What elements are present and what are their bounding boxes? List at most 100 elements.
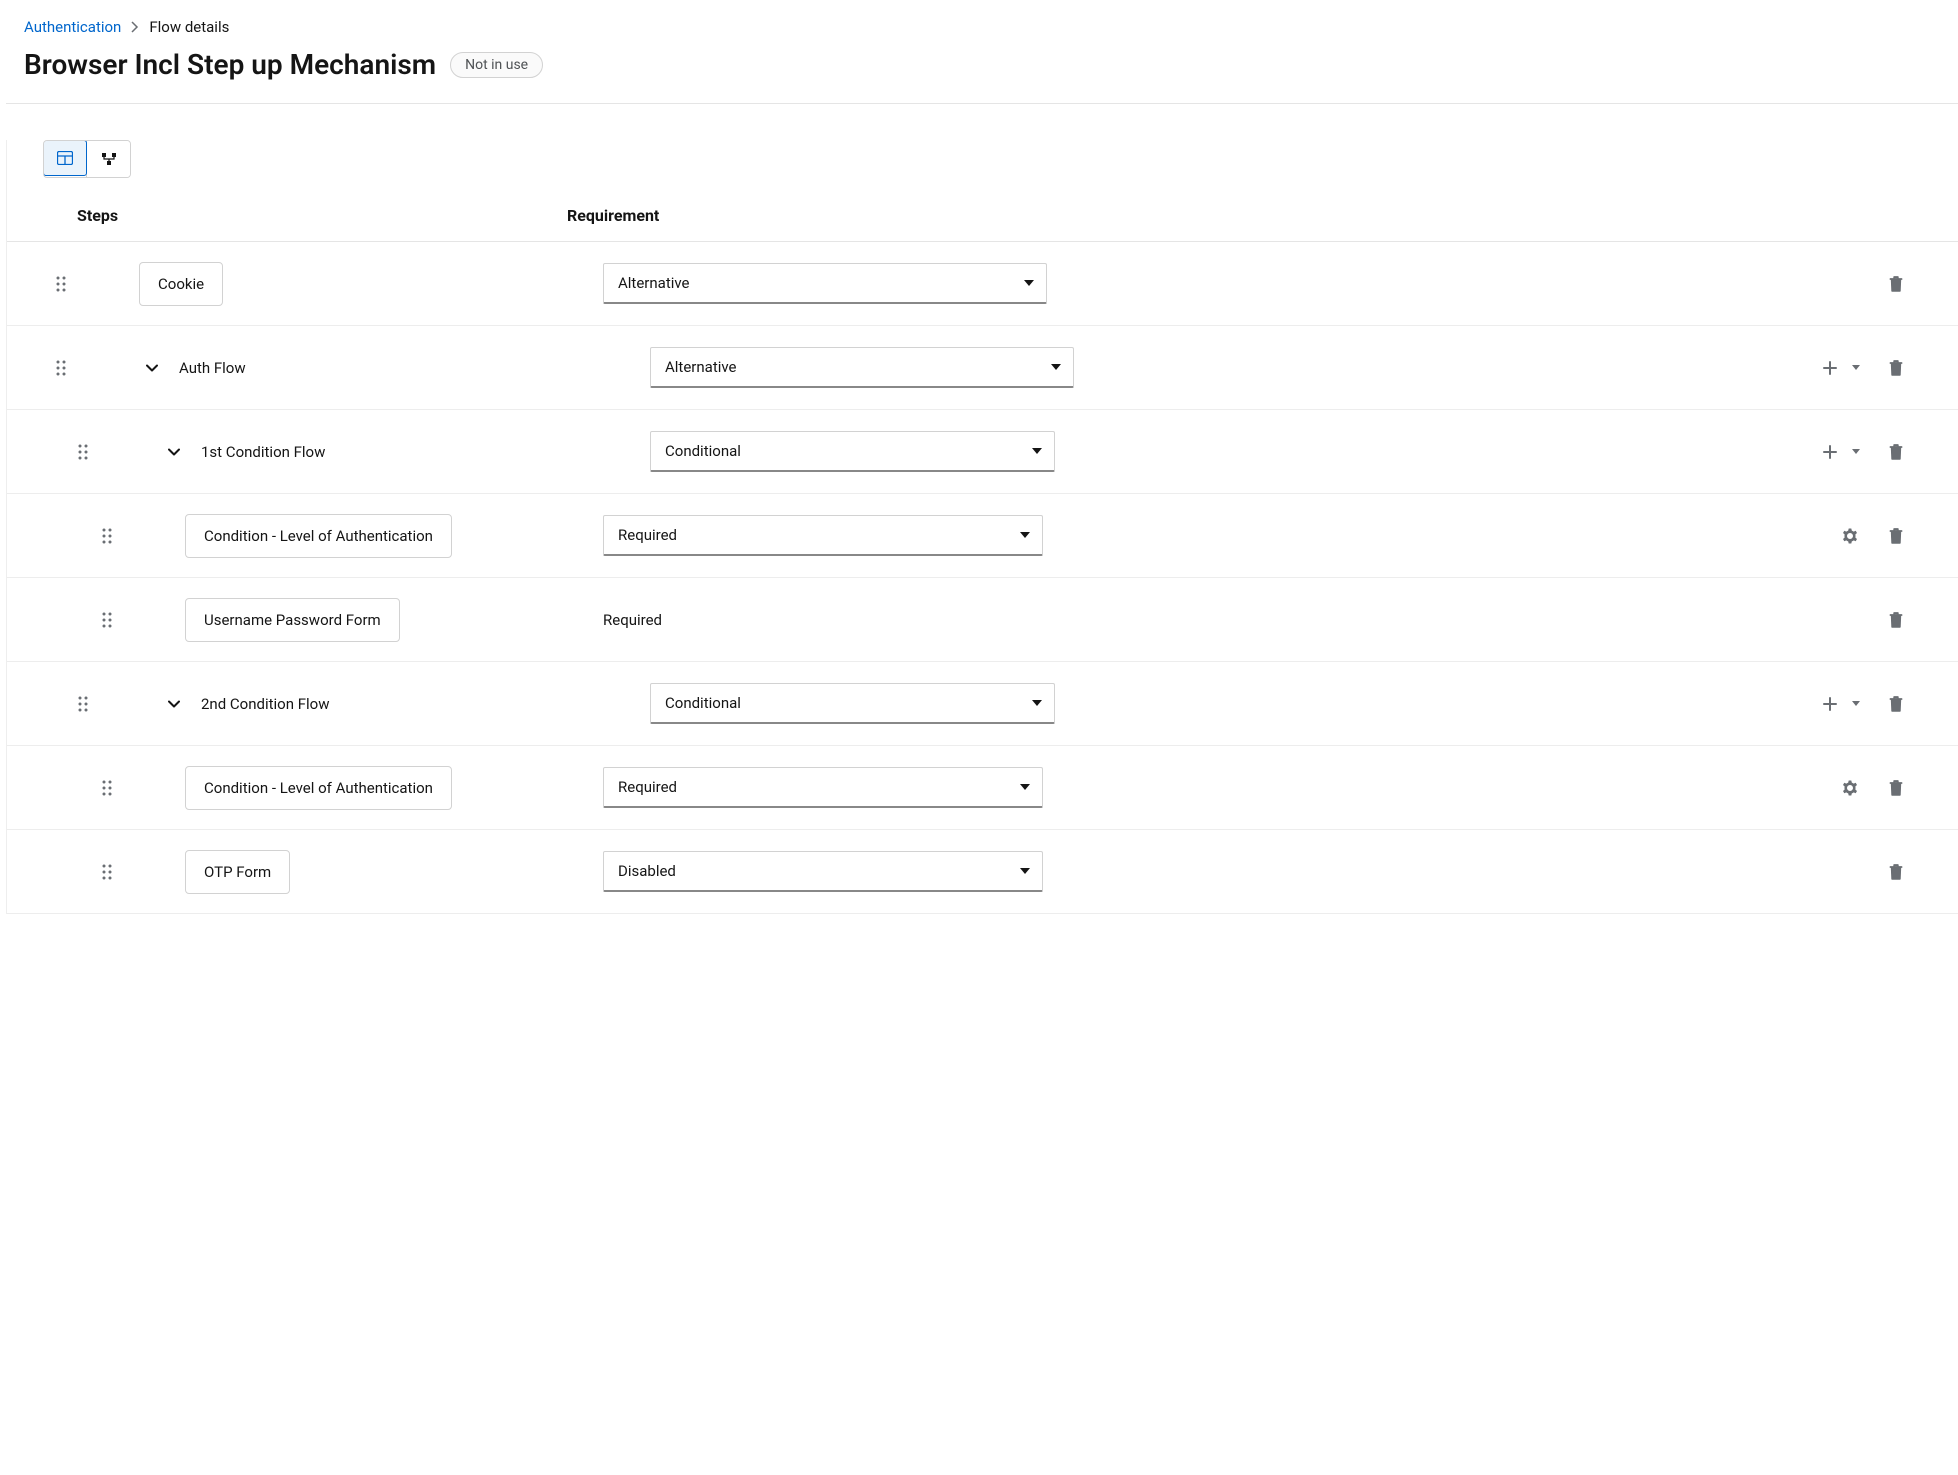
plus-icon	[1823, 697, 1837, 711]
add-button[interactable]	[1816, 690, 1844, 718]
step-label: 2nd Condition Flow	[201, 683, 329, 725]
add-menu-toggle[interactable]	[1848, 438, 1864, 466]
drag-handle[interactable]	[43, 276, 79, 292]
drag-handle[interactable]	[65, 696, 101, 712]
table-icon	[57, 151, 73, 165]
delete-button[interactable]	[1882, 858, 1910, 886]
delete-button[interactable]	[1882, 270, 1910, 298]
step-chip[interactable]: Cookie	[139, 262, 223, 306]
requirement-value: Alternative	[665, 358, 737, 376]
caret-down-icon	[1020, 868, 1030, 874]
caret-down-icon	[1020, 784, 1030, 790]
header-steps: Steps	[77, 206, 567, 225]
step-chip[interactable]: Condition - Level of Authentication	[185, 514, 452, 558]
caret-down-icon	[1852, 449, 1860, 454]
chevron-right-icon	[131, 21, 139, 33]
delete-button[interactable]	[1882, 522, 1910, 550]
delete-button[interactable]	[1882, 438, 1910, 466]
requirement-cell: Disabled	[603, 851, 1043, 892]
diagram-view-button[interactable]	[86, 141, 130, 177]
requirement-cell: Required	[603, 515, 1043, 556]
step-label: 1st Condition Flow	[201, 431, 325, 473]
expand-toggle[interactable]	[161, 700, 187, 708]
caret-down-icon	[1020, 532, 1030, 538]
add-menu-toggle[interactable]	[1848, 690, 1864, 718]
delete-button[interactable]	[1882, 606, 1910, 634]
caret-down-icon	[1852, 365, 1860, 370]
requirement-cell: Required	[603, 767, 1043, 808]
drag-handle[interactable]	[43, 360, 79, 376]
settings-button[interactable]	[1836, 774, 1864, 802]
drag-handle[interactable]	[89, 528, 125, 544]
trash-icon	[1889, 360, 1903, 376]
gear-icon	[1842, 528, 1858, 544]
drag-handle[interactable]	[89, 864, 125, 880]
add-menu-toggle[interactable]	[1848, 354, 1864, 382]
caret-down-icon	[1852, 701, 1860, 706]
requirement-cell: Conditional	[650, 431, 1055, 472]
breadcrumb-parent-link[interactable]: Authentication	[24, 18, 121, 36]
settings-button[interactable]	[1836, 522, 1864, 550]
row-actions	[1816, 354, 1922, 382]
flow-row: 1st Condition Flow Conditional	[7, 410, 1958, 494]
chevron-down-icon	[168, 700, 180, 708]
requirement-value: Disabled	[618, 862, 676, 880]
expand-toggle[interactable]	[139, 364, 165, 372]
gear-icon	[1842, 780, 1858, 796]
step-cell: Auth Flow	[79, 347, 650, 389]
plus-icon	[1823, 361, 1837, 375]
trash-icon	[1889, 696, 1903, 712]
table-view-button[interactable]	[43, 140, 87, 176]
requirement-select[interactable]: Alternative	[650, 347, 1074, 388]
row-actions	[1816, 690, 1922, 718]
caret-down-icon	[1032, 700, 1042, 706]
breadcrumb-current: Flow details	[149, 18, 229, 36]
header-requirement: Requirement	[567, 206, 659, 225]
drag-handle[interactable]	[89, 612, 125, 628]
trash-icon	[1889, 276, 1903, 292]
add-button[interactable]	[1816, 354, 1844, 382]
breadcrumb: Authentication Flow details	[0, 0, 1958, 48]
expand-toggle[interactable]	[161, 448, 187, 456]
caret-down-icon	[1024, 280, 1034, 286]
requirement-value: Required	[618, 778, 677, 796]
step-chip[interactable]: OTP Form	[185, 850, 290, 894]
delete-button[interactable]	[1882, 774, 1910, 802]
plus-icon	[1823, 445, 1837, 459]
requirement-cell: Conditional	[650, 683, 1055, 724]
requirement-select[interactable]: Conditional	[650, 431, 1055, 472]
trash-icon	[1889, 528, 1903, 544]
requirement-select[interactable]: Required	[603, 515, 1043, 556]
step-chip[interactable]: Username Password Form	[185, 598, 400, 642]
step-chip[interactable]: Condition - Level of Authentication	[185, 766, 452, 810]
requirement-value: Conditional	[665, 694, 741, 712]
drag-handle[interactable]	[65, 444, 101, 460]
flow-row: OTP Form Disabled	[7, 830, 1958, 914]
chevron-down-icon	[168, 448, 180, 456]
requirement-select[interactable]: Required	[603, 767, 1043, 808]
requirement-select[interactable]: Disabled	[603, 851, 1043, 892]
requirement-value: Required	[618, 526, 677, 544]
step-cell: Cookie	[79, 262, 603, 306]
caret-down-icon	[1051, 364, 1061, 370]
requirement-select[interactable]: Alternative	[603, 263, 1047, 304]
requirement-cell: Required	[603, 601, 1043, 639]
requirement-select[interactable]: Conditional	[650, 683, 1055, 724]
chevron-down-icon	[146, 364, 158, 372]
row-actions	[1882, 270, 1922, 298]
drag-handle[interactable]	[89, 780, 125, 796]
flow-row: Condition - Level of Authentication Requi…	[7, 494, 1958, 578]
add-button[interactable]	[1816, 438, 1844, 466]
trash-icon	[1889, 444, 1903, 460]
requirement-static: Required	[603, 601, 1043, 639]
row-actions	[1836, 522, 1922, 550]
row-actions	[1882, 858, 1922, 886]
requirement-cell: Alternative	[603, 263, 1047, 304]
delete-button[interactable]	[1882, 354, 1910, 382]
delete-button[interactable]	[1882, 690, 1910, 718]
flow-row: Auth Flow Alternative	[7, 326, 1958, 410]
page-title: Browser Incl Step up Mechanism	[24, 48, 436, 81]
flow-row: Cookie Alternative	[7, 242, 1958, 326]
requirement-cell: Alternative	[650, 347, 1074, 388]
view-toggle	[43, 140, 131, 178]
